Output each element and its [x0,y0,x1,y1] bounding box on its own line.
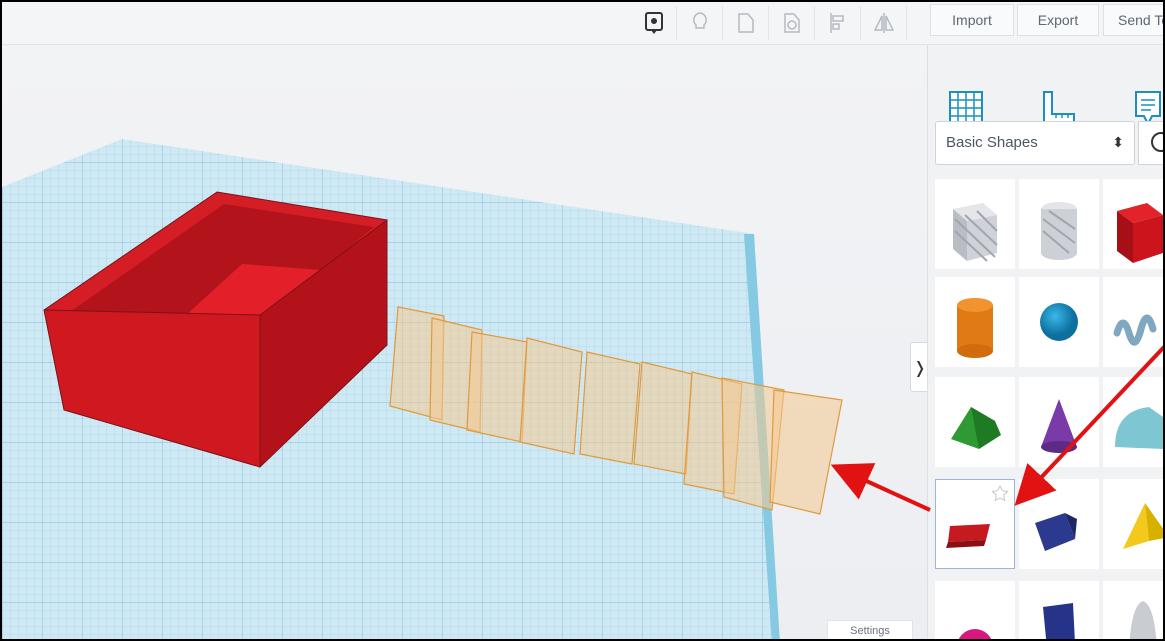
import-button[interactable]: Import [930,4,1014,36]
shape-polygon[interactable] [1019,581,1099,639]
settings-button[interactable]: Settings [827,620,913,639]
shape-round-roof[interactable] [1103,377,1163,467]
shape-text[interactable] [935,479,1015,569]
mirror-icon[interactable] [862,6,907,40]
align-icon[interactable] [816,6,861,40]
shape-cone[interactable] [1019,377,1099,467]
shape-category-select[interactable]: Basic Shapes ⬍ [935,121,1135,165]
star-favorite-icon[interactable] [992,482,1010,500]
shape-roof[interactable] [935,377,1015,467]
top-toolbar: Import Export Send To [2,2,1163,45]
shape-category-value: Basic Shapes [946,134,1038,151]
shape-box-hole[interactable] [935,179,1015,269]
search-button[interactable] [1138,121,1163,165]
shape-wedge[interactable] [1019,479,1099,569]
shape-paraboloid[interactable] [1103,581,1163,639]
shape-cylinder[interactable] [935,277,1015,367]
app-window: Import Export Send To Settings ❭ Basic S… [0,0,1165,641]
search-icon [1151,132,1163,152]
chevron-updown-icon: ⬍ [1112,134,1124,150]
send-to-button[interactable]: Send To [1103,4,1163,36]
shape-box[interactable] [1103,179,1163,269]
shape-scribble[interactable] [1103,277,1163,367]
shape-outline-icon[interactable] [724,6,769,40]
shapes-panel: Basic Shapes ⬍ [927,45,1163,639]
export-button[interactable]: Export [1017,4,1099,36]
shape-half-sphere[interactable] [935,581,1015,639]
shape-hole-icon[interactable] [770,6,815,40]
shape-cylinder-hole[interactable] [1019,179,1099,269]
3d-viewport[interactable]: Settings [2,45,927,639]
note-pin-icon[interactable] [632,6,677,40]
shape-sphere[interactable] [1019,277,1099,367]
lightbulb-icon[interactable] [678,6,723,40]
chevron-right-icon: ❭ [913,357,927,377]
shape-pyramid[interactable] [1103,479,1163,569]
